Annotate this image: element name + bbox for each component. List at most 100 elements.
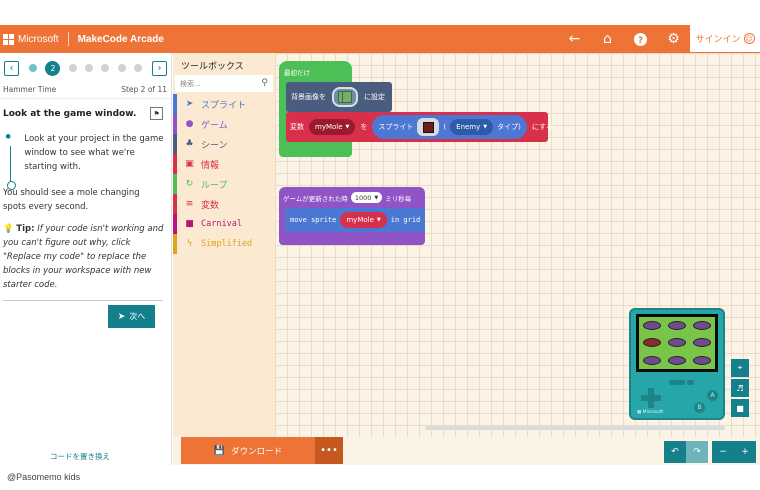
step-dot[interactable] (84, 64, 93, 72)
set-background-block[interactable]: 背景画像を に設定 (286, 82, 392, 112)
toolbox-category[interactable]: ➤ スプライト (173, 94, 275, 114)
editor-bottom-bar: 💾 ダウンロード ••• ↶ ↷ − + (173, 437, 760, 465)
zoom-out-icon[interactable]: − (712, 441, 734, 463)
bolt-icon: ϟ (186, 239, 193, 249)
toolbox-category-label: スプライト (201, 100, 247, 111)
sprite-kind-dropdown[interactable]: Enemy ▼ (450, 119, 494, 135)
replace-code-link[interactable]: コードを置き換え (50, 451, 110, 462)
set-variable-block[interactable]: 変数 myMole ▼ を スプライト ( Enemy ▼ タイプ) にする (286, 112, 553, 142)
mole-hole (667, 338, 686, 348)
tip-label: Tip: (16, 224, 35, 234)
undo-icon[interactable]: ↶ (664, 441, 686, 463)
more-options-button[interactable]: ••• (315, 437, 343, 464)
toolbox-categories: ➤ スプライト ● ゲーム ♣ シーン ▣ 情報 ↻ ループ ≡ 変数 ■ Carnival ϟ Simpli… (173, 94, 275, 254)
tutorial-paragraph: You should see a mole changing spots eve… (3, 188, 140, 212)
toolbox-category[interactable]: ≡ 変数 (173, 194, 275, 214)
stop-icon[interactable]: ■ (731, 399, 749, 417)
zoom-in-icon[interactable]: + (734, 441, 756, 463)
circle-icon: ● (185, 119, 194, 129)
app-title[interactable]: MakeCode Arcade (78, 34, 164, 45)
tutorial-step: ⚫ Look at your project in the game windo… (0, 120, 171, 190)
signin-button[interactable]: サインイン ☺ (690, 25, 760, 53)
step-dots: 2 (19, 60, 152, 76)
next-button[interactable]: ➤ 次へ (108, 305, 155, 328)
help-icon[interactable]: ? (624, 25, 657, 53)
workspace-horizontal-scrollbar[interactable] (425, 426, 725, 430)
sprite-kind-value: Enemy (456, 123, 481, 131)
step-dot[interactable] (29, 64, 38, 72)
gear-icon[interactable]: ⚙ (657, 25, 690, 53)
brand-label: Microsoft (18, 33, 59, 45)
to-label: を (360, 123, 368, 131)
tutorial-step-nav: ‹ 2 › (0, 53, 171, 83)
interval-dropdown[interactable]: 1000 ▼ (350, 192, 383, 203)
dpad-control[interactable] (641, 388, 661, 408)
move-suffix: in grid (390, 216, 421, 224)
toolbox-category[interactable]: ♣ シーン (173, 134, 275, 154)
download-button[interactable]: 💾 ダウンロード (181, 437, 315, 464)
step-dot[interactable] (68, 64, 77, 72)
game-screen[interactable] (636, 314, 718, 372)
mole-hole (667, 355, 686, 365)
tutorial-heading-row: Look at the game window. ⚑ (0, 99, 171, 120)
sim-button-menu[interactable] (669, 380, 685, 385)
sim-button-b[interactable]: B (694, 402, 705, 413)
background-image-thumbnail[interactable] (332, 87, 358, 107)
header-divider (67, 32, 69, 46)
mole-hole (642, 321, 661, 331)
toolbox-category[interactable]: ● ゲーム (173, 114, 275, 134)
create-sprite-block[interactable]: スプライト ( Enemy ▼ タイプ) (372, 115, 527, 139)
toolbox-category[interactable]: ↻ ループ (173, 174, 275, 194)
prev-step-button[interactable]: ‹ (4, 60, 19, 76)
redo-icon[interactable]: ↷ (686, 441, 708, 463)
signin-label: サインイン (695, 35, 741, 45)
toolbox-category[interactable]: ϟ Simplified (173, 234, 275, 254)
makecode-editor: Microsoft MakeCode Arcade ← ⌂ ? ⚙ サインイン … (0, 0, 760, 490)
tutorial-heading: Look at the game window. (3, 108, 137, 119)
move-variable-dropdown[interactable]: myMole ▼ (340, 212, 387, 228)
update-label: ゲームが更新された時 (283, 195, 348, 203)
toolbox-category[interactable]: ■ Carnival (173, 214, 275, 234)
mole-sprite (642, 338, 661, 348)
lightbulb-icon: 💡 (3, 224, 14, 234)
sim-button-a[interactable]: A (707, 390, 718, 401)
step-dot[interactable] (133, 64, 142, 72)
id-card-icon: ▣ (185, 159, 194, 169)
toolbox-category-label: ゲーム (201, 120, 228, 131)
toolbox-search-input[interactable]: 検索... ⚲ (175, 75, 273, 92)
mole-hole (693, 355, 712, 365)
var-label: 変数 (290, 123, 304, 131)
carnival-icon: ■ (185, 219, 194, 229)
sprite-image-thumbnail[interactable] (417, 118, 440, 136)
step-connector (7, 146, 16, 190)
step-dot[interactable] (117, 64, 126, 72)
mole-hole (693, 321, 712, 331)
search-placeholder: 検索... (180, 80, 201, 88)
toolbox: ツールボックス 検索... ⚲ ➤ スプライト ● ゲーム ♣ シーン ▣ 情報 ↻ ループ ≡ 変数… (173, 53, 275, 465)
toolbox-category-label: 変数 (201, 200, 220, 211)
immersive-reader-icon[interactable]: ⚑ (150, 107, 163, 120)
chevron-down-icon: ▼ (374, 194, 379, 201)
tutorial-step-text: Look at your project in the game window … (24, 134, 164, 172)
chevron-down-icon: ▼ (483, 124, 488, 130)
arrow-left-icon[interactable]: ← (558, 25, 591, 53)
tutorial-name: Hammer Time (3, 85, 57, 94)
step-dot[interactable] (101, 64, 110, 72)
paren-open: ( (443, 123, 447, 131)
sound-icon[interactable]: ♬ (731, 379, 749, 397)
microsoft-logo[interactable]: Microsoft (3, 33, 59, 45)
sim-button-reset[interactable] (687, 380, 694, 385)
game-simulator[interactable]: A B ▦ Microsoft (629, 308, 725, 420)
home-icon[interactable]: ⌂ (591, 25, 624, 53)
header-actions: ← ⌂ ? ⚙ (558, 25, 690, 53)
step-dot-current[interactable]: 2 (45, 60, 61, 76)
move-sprite-block[interactable]: move sprite myMole ▼ in grid (285, 208, 425, 232)
toolbox-category[interactable]: ▣ 情報 (173, 154, 275, 174)
variable-dropdown[interactable]: myMole ▼ (309, 119, 356, 135)
toolbox-category-label: 情報 (201, 160, 220, 171)
kind-suffix: タイプ) (497, 123, 521, 131)
fullscreen-icon[interactable]: ⌖ (731, 359, 749, 377)
next-step-arrow-button[interactable]: › (152, 60, 167, 76)
interval-value: 1000 (354, 193, 372, 202)
toolbox-title: ツールボックス (181, 62, 244, 72)
